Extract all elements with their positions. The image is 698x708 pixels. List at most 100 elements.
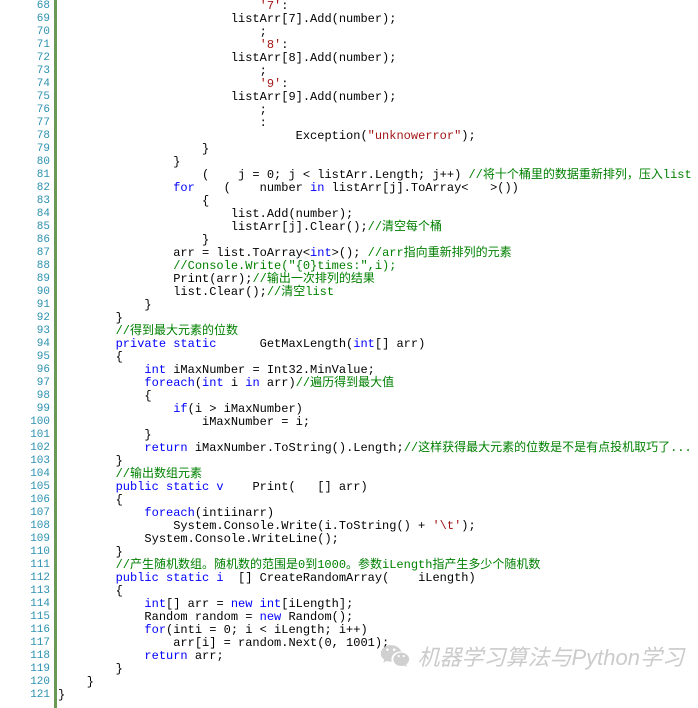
code-token: } xyxy=(58,311,123,325)
code-token: : xyxy=(281,38,288,52)
code-token: in xyxy=(245,376,259,390)
code-token: list.Add(number); xyxy=(58,207,353,221)
code-token: ( xyxy=(195,376,202,390)
line-gutter: 68 69 70 71 72 73 74 75 76 77 78 79 80 8… xyxy=(0,0,57,708)
code-token xyxy=(58,441,144,455)
code-token: } xyxy=(58,142,209,156)
code-token: public static i xyxy=(116,571,224,585)
code-token: listArr[8].Add(number); xyxy=(58,51,396,65)
code-token xyxy=(58,376,144,390)
code-token xyxy=(58,649,144,663)
code-token: } xyxy=(58,155,180,169)
code-token: ; xyxy=(58,103,267,117)
code-token: Exception( xyxy=(58,129,368,143)
code-token: arr[i] = random.Next(0, 1001); xyxy=(58,636,389,650)
code-token: [iLength]; xyxy=(281,597,353,611)
code-content[interactable]: '7': listArr[7].Add(number); ; '8': list… xyxy=(57,0,692,708)
code-token: for xyxy=(144,623,166,637)
code-token: list.Clear(); xyxy=(58,285,267,299)
code-token: //清空list xyxy=(267,285,334,299)
code-token xyxy=(58,506,144,520)
code-token: //得到最大元素的位数 xyxy=(116,324,238,338)
code-token: { xyxy=(58,194,209,208)
code-token: for xyxy=(173,181,195,195)
code-token: int xyxy=(353,337,375,351)
code-token: { xyxy=(58,493,123,507)
code-token: //arr指向重新排列的元素 xyxy=(368,246,512,260)
code-token xyxy=(58,363,144,377)
code-line: iMaxNumber = i; xyxy=(58,416,692,429)
code-token xyxy=(58,77,260,91)
code-token: { xyxy=(58,584,123,598)
code-token: in xyxy=(310,181,324,195)
code-token: new int xyxy=(231,597,281,611)
code-token: } xyxy=(58,298,152,312)
code-token: int xyxy=(202,376,224,390)
code-token: listArr[9].Add(number); xyxy=(58,90,396,104)
code-token: : xyxy=(58,116,267,130)
code-token: System.Console.WriteLine(); xyxy=(58,532,339,546)
code-token: listArr[j].Clear(); xyxy=(58,220,368,234)
code-line: public static i [] CreateRandomArray( iL… xyxy=(58,572,692,585)
code-token: } xyxy=(58,662,123,676)
code-token: private static xyxy=(116,337,217,351)
code-token: { xyxy=(58,389,152,403)
code-token: //清空每个桶 xyxy=(368,220,442,234)
code-token: { xyxy=(58,350,123,364)
code-token: //输出一次排列的结果 xyxy=(252,272,374,286)
code-token: listArr[j].ToArray< >()) xyxy=(324,181,518,195)
code-token: ( j = 0; j < listArr.Length; j++) xyxy=(58,168,468,182)
code-token: i xyxy=(224,376,246,390)
code-token: } xyxy=(58,688,65,702)
code-token: Random(); xyxy=(281,610,353,624)
code-token: return xyxy=(144,441,187,455)
code-line: public static v Print( [] arr) xyxy=(58,481,692,494)
code-line: } xyxy=(58,299,692,312)
code-token: [] arr = xyxy=(166,597,231,611)
code-token: Print(arr); xyxy=(58,272,252,286)
code-token: ( number xyxy=(195,181,310,195)
code-line: foreach(int i in arr)//遍历得到最大值 xyxy=(58,377,692,390)
code-token xyxy=(58,324,116,338)
code-token xyxy=(58,467,116,481)
code-token: //Console.Write("{0}times:",i); xyxy=(173,259,396,273)
code-token: int xyxy=(144,597,166,611)
code-token: ); xyxy=(461,129,475,143)
code-token: (intiinarr) xyxy=(195,506,274,520)
code-token: new xyxy=(260,610,282,624)
code-token: } xyxy=(58,233,209,247)
code-token: iMaxNumber = i; xyxy=(58,415,310,429)
code-line: } xyxy=(58,663,692,676)
code-token: arr = list.ToArray< xyxy=(58,246,310,260)
code-token: (i > iMaxNumber) xyxy=(188,402,303,416)
code-token xyxy=(58,623,144,637)
code-token: int xyxy=(144,363,166,377)
code-token: arr; xyxy=(188,649,224,663)
code-token: (inti = 0; i < iLength; i++) xyxy=(166,623,368,637)
code-token: } xyxy=(58,454,123,468)
code-token xyxy=(58,480,116,494)
code-token: iMaxNumber.ToString().Length; xyxy=(188,441,404,455)
code-token: GetMaxLength( xyxy=(216,337,353,351)
code-token: foreach xyxy=(144,376,194,390)
code-token: return xyxy=(144,649,187,663)
code-token xyxy=(58,181,173,195)
code-token: //输出数组元素 xyxy=(116,467,202,481)
code-line: private static GetMaxLength(int[] arr) xyxy=(58,338,692,351)
code-line: } xyxy=(58,689,692,702)
code-token xyxy=(58,38,260,52)
code-line: list.Clear();//清空list xyxy=(58,286,692,299)
code-token: } xyxy=(58,545,123,559)
code-line: return arr; xyxy=(58,650,692,663)
code-token: [] arr) xyxy=(375,337,425,351)
code-token: //将十个桶里的数据重新排列，压入list xyxy=(468,168,691,182)
code-token: arr) xyxy=(260,376,296,390)
code-token: public static v xyxy=(116,480,224,494)
code-token: Print( [] arr) xyxy=(224,480,368,494)
code-token: ; xyxy=(58,25,267,39)
code-token: } xyxy=(58,428,152,442)
code-token: //产生随机数组。随机数的范围是0到1000。参数iLength指产生多少个随机… xyxy=(116,558,541,572)
code-token: iMaxNumber = Int32.MinValue; xyxy=(166,363,375,377)
code-token: '\t' xyxy=(432,519,461,533)
code-line: return iMaxNumber.ToString().Length;//这样… xyxy=(58,442,692,455)
